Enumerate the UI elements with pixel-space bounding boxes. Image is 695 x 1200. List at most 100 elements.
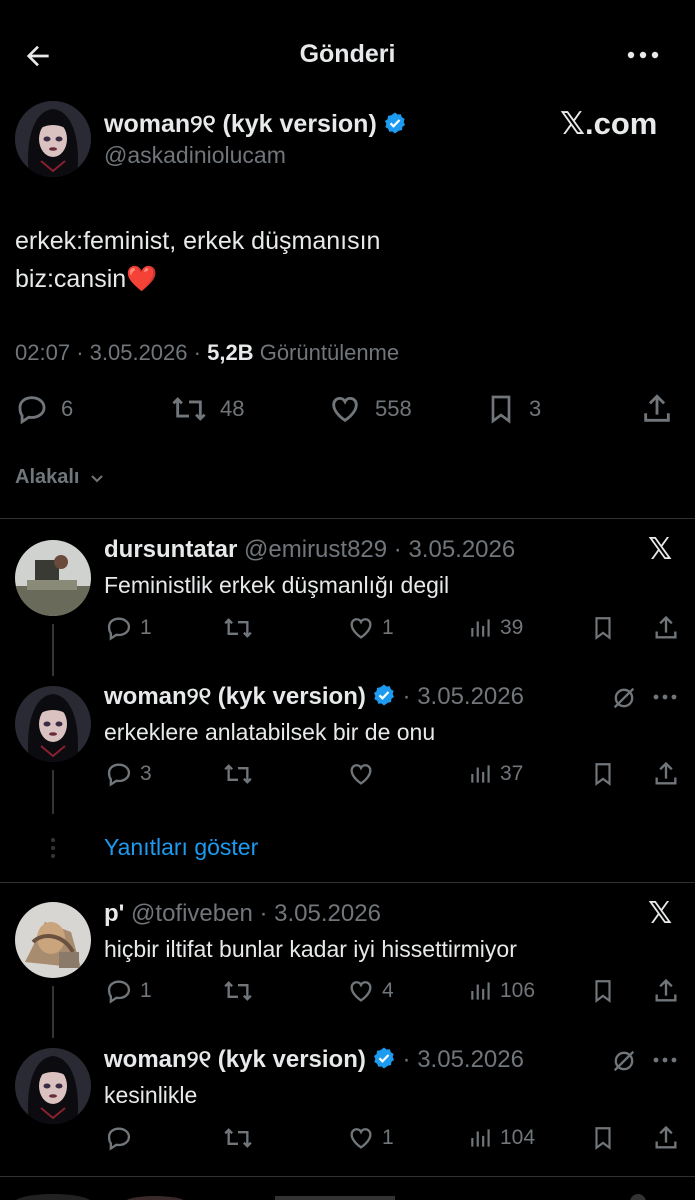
- reply-text: erkeklere anlatabilsek bir de onu: [104, 719, 436, 745]
- reply-header: woman୨୧ (kyk version) · 3.05.2026: [104, 1046, 524, 1074]
- next-reply-peek: [15, 1190, 695, 1200]
- heart-icon: [350, 981, 372, 1002]
- repost-icon: [172, 397, 206, 421]
- reply-icon: [18, 396, 46, 425]
- post-text-line-2-text: biz:cansin: [15, 265, 127, 293]
- meta-separator: ·: [76, 340, 90, 365]
- post-meta: 02:07 · 3.05.2026 · 5,2B Görüntülenme: [15, 340, 399, 366]
- verified-badge-icon: [383, 111, 407, 135]
- bookmark-button[interactable]: 3: [485, 392, 541, 426]
- views-count: 39: [500, 616, 524, 639]
- share-icon: [644, 394, 670, 422]
- reply-author-handle[interactable]: @tofiveben: [131, 900, 253, 927]
- bookmark-button[interactable]: [590, 977, 616, 1005]
- post-actions: 6 48 558 3: [15, 392, 680, 428]
- reply-count: 1: [140, 616, 152, 639]
- reply-icon: [107, 1127, 131, 1151]
- more-options-icon[interactable]: [652, 690, 678, 704]
- heart-icon: [350, 764, 372, 785]
- divider: [0, 518, 695, 519]
- views-button[interactable]: 104: [468, 1124, 535, 1152]
- like-button[interactable]: 4: [346, 977, 394, 1005]
- reply-author-name[interactable]: woman୨୧ (kyk version): [104, 1046, 366, 1073]
- repost-icon: [224, 981, 252, 1001]
- reply-actions: 3 37: [104, 760, 684, 790]
- views-button[interactable]: 37: [468, 760, 523, 788]
- repost-button[interactable]: [222, 760, 260, 788]
- views-count: 106: [500, 979, 536, 1002]
- top-bar: Gönderi: [0, 0, 695, 108]
- share-button[interactable]: [652, 614, 680, 642]
- repost-count: 48: [220, 396, 245, 421]
- more-options-icon[interactable]: [626, 45, 660, 65]
- avatar[interactable]: [15, 686, 91, 762]
- post-text-line-2: biz:cansin❤️: [15, 260, 380, 298]
- bookmark-icon: [491, 395, 511, 424]
- share-button[interactable]: [640, 392, 674, 426]
- author-name[interactable]: woman୨୧ (kyk version): [104, 110, 407, 139]
- reply-button[interactable]: [104, 1124, 140, 1152]
- reply-header: woman୨୧ (kyk version) · 3.05.2026: [104, 683, 524, 711]
- bookmark-icon: [595, 617, 611, 640]
- bookmark-button[interactable]: [590, 614, 616, 642]
- reply-button[interactable]: 1: [104, 977, 152, 1005]
- views-count: 37: [500, 762, 524, 785]
- repost-button[interactable]: 48: [170, 392, 244, 426]
- heart-icon: [350, 1128, 372, 1149]
- grok-icon[interactable]: [610, 1047, 638, 1075]
- bookmark-button[interactable]: [590, 760, 616, 788]
- like-button[interactable]: 1: [346, 614, 394, 642]
- avatar[interactable]: [15, 902, 91, 978]
- reply-button[interactable]: 1: [104, 614, 152, 642]
- heart-icon: [350, 618, 372, 639]
- share-icon: [655, 615, 677, 639]
- reply-header: dursuntatar @emirust829 · 3.05.2026: [104, 536, 515, 564]
- like-button[interactable]: 1: [346, 1124, 394, 1152]
- like-count: 1: [382, 1126, 394, 1149]
- views-button[interactable]: 39: [468, 614, 523, 642]
- repost-button[interactable]: [222, 614, 260, 642]
- reply-actions: 1 4 106: [104, 977, 684, 1007]
- author-handle[interactable]: @askadiniolucam: [104, 142, 286, 169]
- repost-button[interactable]: [222, 977, 260, 1005]
- reply-author-name[interactable]: p': [104, 900, 124, 927]
- reply-header: p' @tofiveben · 3.05.2026: [104, 900, 381, 928]
- avatar[interactable]: [15, 101, 91, 177]
- avatar[interactable]: [15, 540, 91, 616]
- post-text-line-1: erkek:feminist, erkek düşmanısın: [15, 227, 381, 255]
- sort-dropdown[interactable]: Alakalı: [15, 466, 105, 489]
- reply-count: 6: [61, 396, 74, 421]
- bookmark-button[interactable]: [590, 1124, 616, 1152]
- post-text: erkek:feminist, erkek düşmanısın biz:can…: [15, 222, 380, 298]
- reply-date: · 3.05.2026: [393, 536, 516, 563]
- share-button[interactable]: [652, 1124, 680, 1152]
- reply-button[interactable]: 6: [15, 392, 73, 426]
- like-button[interactable]: [346, 760, 382, 788]
- show-replies-link[interactable]: Yanıtları göster: [104, 834, 258, 861]
- share-icon: [655, 978, 677, 1002]
- reply-author-handle[interactable]: @emirust829: [244, 536, 387, 563]
- reply-text: kesinlikle: [104, 1082, 198, 1108]
- more-options-icon[interactable]: [652, 1053, 678, 1067]
- reply-count: 1: [140, 979, 152, 1002]
- repost-icon: [224, 618, 252, 638]
- thread-line: [52, 986, 54, 1038]
- bookmark-icon: [595, 980, 611, 1003]
- views-button[interactable]: 106: [468, 977, 535, 1005]
- reply-author-name[interactable]: woman୨୧ (kyk version): [104, 683, 366, 710]
- x-com-logo: 𝕏.com: [560, 106, 658, 141]
- heart-emoji: ❤️: [126, 265, 158, 293]
- x-logo-icon: 𝕏: [648, 533, 673, 566]
- reply-author-name[interactable]: dursuntatar: [104, 536, 237, 563]
- reply-icon: [107, 980, 131, 1004]
- share-icon: [655, 761, 677, 785]
- reply-button[interactable]: 3: [104, 760, 152, 788]
- like-button[interactable]: 558: [327, 392, 412, 426]
- sort-label: Alakalı: [15, 466, 80, 488]
- share-button[interactable]: [652, 977, 680, 1005]
- avatar[interactable]: [15, 1048, 91, 1124]
- share-button[interactable]: [652, 760, 680, 788]
- repost-button[interactable]: [222, 1124, 260, 1152]
- grok-icon[interactable]: [610, 684, 638, 712]
- reply-actions: 1 1 39: [104, 614, 684, 644]
